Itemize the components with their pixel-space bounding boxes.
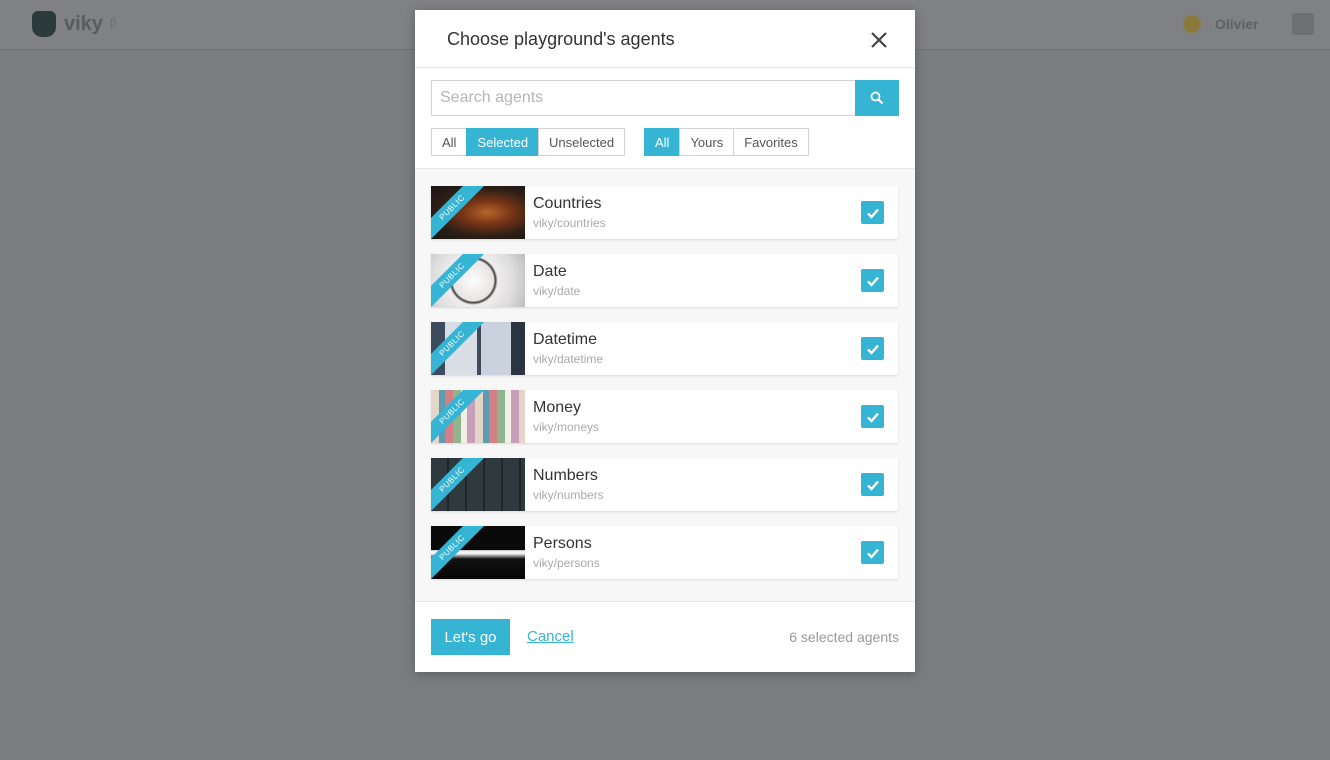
public-badge: PUBLIC bbox=[431, 186, 490, 239]
check-icon bbox=[866, 208, 879, 219]
agent-slug: viky/numbers bbox=[533, 488, 604, 502]
close-icon[interactable] bbox=[867, 28, 891, 52]
modal-footer: Let's go Cancel 6 selected agents bbox=[415, 603, 915, 672]
agent-name: Date bbox=[533, 263, 567, 280]
filter-unselected[interactable]: Unselected bbox=[538, 128, 626, 156]
agent-item-date[interactable]: PUBLIC Date viky/date bbox=[431, 254, 898, 307]
user-name[interactable]: Olivier bbox=[1215, 16, 1259, 32]
agent-thumbnail: PUBLIC bbox=[431, 254, 525, 307]
modal-title: Choose playground's agents bbox=[447, 29, 675, 49]
agent-slug: viky/persons bbox=[533, 556, 600, 570]
agent-thumbnail: PUBLIC bbox=[431, 458, 525, 511]
app-name: viky bbox=[64, 13, 103, 35]
search-input[interactable] bbox=[431, 80, 855, 116]
public-badge: PUBLIC bbox=[431, 458, 490, 511]
filter-selected[interactable]: Selected bbox=[466, 128, 540, 156]
check-icon bbox=[866, 276, 879, 287]
owner-filter-all[interactable]: All bbox=[644, 128, 681, 156]
agent-name: Countries bbox=[533, 195, 602, 212]
selection-filter-group: All Selected Unselected bbox=[431, 128, 626, 156]
agent-list: PUBLIC Countries viky/countries PUBLIC D… bbox=[415, 168, 915, 602]
agent-checkbox[interactable] bbox=[861, 405, 884, 428]
check-icon bbox=[866, 412, 879, 423]
agent-thumbnail: PUBLIC bbox=[431, 322, 525, 375]
agents-modal: Choose playground's agents All Selected … bbox=[415, 10, 915, 672]
agent-item-money[interactable]: PUBLIC Money viky/moneys bbox=[431, 390, 898, 443]
menu-icon[interactable] bbox=[1292, 13, 1314, 35]
lets-go-button[interactable]: Let's go bbox=[431, 619, 510, 655]
agent-thumbnail: PUBLIC bbox=[431, 526, 525, 579]
search-button[interactable] bbox=[855, 80, 899, 116]
owner-filter-favorites[interactable]: Favorites bbox=[733, 128, 809, 156]
public-badge: PUBLIC bbox=[431, 390, 490, 443]
agent-item-persons[interactable]: PUBLIC Persons viky/persons bbox=[431, 526, 898, 579]
check-icon bbox=[866, 480, 879, 491]
agent-item-countries[interactable]: PUBLIC Countries viky/countries bbox=[431, 186, 898, 239]
filter-all[interactable]: All bbox=[431, 128, 468, 156]
agent-item-numbers[interactable]: PUBLIC Numbers viky/numbers bbox=[431, 458, 898, 511]
agent-checkbox[interactable] bbox=[861, 269, 884, 292]
check-icon bbox=[866, 344, 879, 355]
agent-slug: viky/countries bbox=[533, 216, 606, 230]
selected-count: 6 selected agents bbox=[789, 629, 899, 645]
search-icon bbox=[870, 91, 884, 105]
owner-filter-yours[interactable]: Yours bbox=[679, 128, 735, 156]
check-icon bbox=[866, 548, 879, 559]
public-badge: PUBLIC bbox=[431, 254, 490, 307]
agent-name: Numbers bbox=[533, 467, 598, 484]
agent-checkbox[interactable] bbox=[861, 541, 884, 564]
public-badge: PUBLIC bbox=[431, 322, 490, 375]
agent-name: Money bbox=[533, 399, 582, 416]
agent-slug: viky/moneys bbox=[533, 420, 600, 434]
agent-thumbnail: PUBLIC bbox=[431, 186, 525, 239]
modal-header: Choose playground's agents bbox=[415, 10, 915, 68]
app-version: β bbox=[110, 17, 117, 29]
agent-checkbox[interactable] bbox=[861, 473, 884, 496]
agent-item-datetime[interactable]: PUBLIC Datetime viky/datetime bbox=[431, 322, 898, 375]
owner-filter-group: All Yours Favorites bbox=[644, 128, 809, 156]
search-row bbox=[431, 80, 899, 116]
cancel-link[interactable]: Cancel bbox=[527, 628, 574, 645]
agent-thumbnail: PUBLIC bbox=[431, 390, 525, 443]
agent-checkbox[interactable] bbox=[861, 201, 884, 224]
public-badge: PUBLIC bbox=[431, 526, 490, 579]
agent-slug: viky/datetime bbox=[533, 352, 604, 366]
agent-name: Persons bbox=[533, 535, 592, 552]
agent-slug: viky/date bbox=[533, 284, 581, 298]
app-logo-icon[interactable] bbox=[32, 11, 56, 37]
user-avatar[interactable] bbox=[1183, 15, 1201, 33]
agent-name: Datetime bbox=[533, 331, 598, 348]
agent-checkbox[interactable] bbox=[861, 337, 884, 360]
